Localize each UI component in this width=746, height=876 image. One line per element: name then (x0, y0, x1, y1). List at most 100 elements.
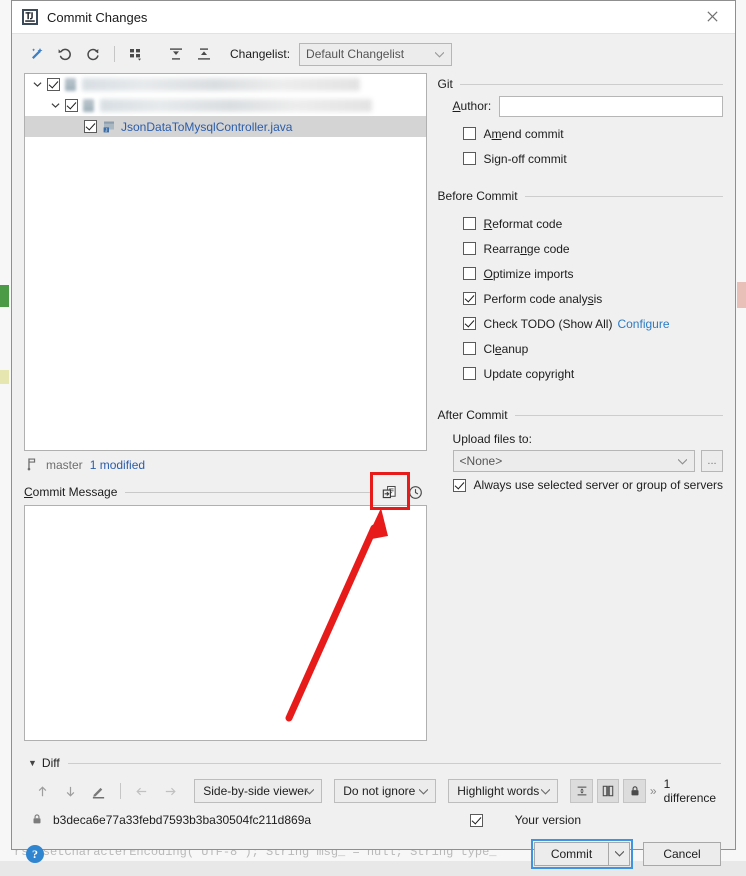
changes-tree[interactable]: J JsonDataToMysqlController.java (24, 73, 427, 451)
next-difference-icon[interactable] (58, 779, 82, 803)
insert-message-icon[interactable] (379, 481, 401, 503)
table-row[interactable]: J JsonDataToMysqlController.java (25, 116, 426, 137)
chevron-down-icon (419, 784, 428, 798)
row-checkbox[interactable] (47, 78, 60, 91)
previous-difference-icon[interactable] (30, 779, 54, 803)
expand-all-icon[interactable] (163, 42, 189, 66)
commit-dropdown-button[interactable] (608, 842, 630, 866)
your-version-checkbox[interactable] (470, 814, 483, 827)
perform-code-analysis-label: Perform code analysis (484, 292, 603, 306)
your-version-label: Your version (515, 813, 581, 827)
rearrange-code-row[interactable]: Rearrange code (463, 236, 723, 261)
table-row[interactable] (25, 74, 426, 95)
collapse-all-icon[interactable] (191, 42, 217, 66)
reformat-code-row[interactable]: Reformat code (463, 211, 723, 236)
close-icon[interactable] (690, 1, 735, 32)
chevron-down-icon[interactable] (31, 78, 44, 91)
check-todo-checkbox[interactable] (463, 317, 476, 330)
commit-message-input[interactable] (24, 505, 427, 741)
chevron-down-icon (305, 784, 314, 798)
configure-link[interactable]: Configure (617, 317, 669, 331)
commit-message-actions (379, 481, 427, 503)
always-use-server-row[interactable]: Always use selected server or group of s… (438, 472, 723, 498)
refresh-icon[interactable] (80, 42, 106, 66)
diff-section-label: Diff (42, 756, 60, 770)
right-column: Git Author: Amend commit Sign-off commit (438, 73, 723, 741)
dialog-titlebar: Commit Changes (12, 1, 735, 34)
divider (460, 84, 723, 85)
rollback-icon[interactable] (52, 42, 78, 66)
amend-commit-row[interactable]: Amend commit (463, 121, 723, 146)
viewer-mode-select[interactable]: Side-by-side viewer (194, 779, 322, 803)
more-chevron-icon[interactable]: » (650, 784, 657, 798)
redacted-icon (83, 99, 94, 112)
diff-toolbar-separator (120, 783, 121, 799)
commit-button[interactable]: Commit (534, 842, 608, 866)
highlight-mode-select[interactable]: Highlight words (448, 779, 558, 803)
magic-wand-icon[interactable] (24, 42, 50, 66)
cleanup-checkbox[interactable] (463, 342, 476, 355)
chevron-down-icon (678, 454, 687, 468)
always-use-server-checkbox[interactable] (453, 479, 466, 492)
upload-files-row: <None> ... (438, 450, 723, 472)
left-column: J JsonDataToMysqlController.java (24, 73, 427, 741)
amend-commit-checkbox[interactable] (463, 127, 476, 140)
table-row[interactable] (25, 95, 426, 116)
chevron-down-icon[interactable] (49, 99, 62, 112)
modified-count-link[interactable]: 1 modified (90, 458, 145, 472)
browse-server-button[interactable]: ... (701, 450, 723, 472)
footer-buttons: Commit Cancel (531, 839, 721, 869)
dialog-title: Commit Changes (47, 10, 147, 25)
read-only-lock-icon[interactable] (623, 779, 646, 803)
history-clock-icon[interactable] (405, 481, 427, 503)
dialog-footer: ? Commit Cancel (12, 832, 735, 876)
update-copyright-checkbox[interactable] (463, 367, 476, 380)
changes-toolbar: Changelist: Default Changelist (12, 34, 735, 73)
commit-split-button: Commit (531, 839, 633, 869)
difference-count-area: » 1 difference (650, 777, 721, 805)
collapse-unchanged-icon[interactable] (570, 779, 593, 803)
commit-message-header: Commit Message (24, 479, 427, 505)
changelist-select[interactable]: Default Changelist (299, 43, 452, 66)
diff-section-header[interactable]: ▼ Diff (12, 752, 735, 774)
signoff-commit-checkbox[interactable] (463, 152, 476, 165)
upload-server-select[interactable]: <None> (453, 450, 695, 472)
ignore-mode-select[interactable]: Do not ignore (334, 779, 436, 803)
reformat-code-label: Reformat code (484, 217, 563, 231)
update-copyright-row[interactable]: Update copyright (463, 361, 723, 386)
dialog-columns: J JsonDataToMysqlController.java (12, 73, 735, 741)
row-checkbox[interactable] (65, 99, 78, 112)
accept-left-icon[interactable] (130, 779, 154, 803)
perform-code-analysis-row[interactable]: Perform code analysis (463, 286, 723, 311)
check-todo-row[interactable]: Check TODO (Show All)Configure (463, 311, 723, 336)
signoff-commit-row[interactable]: Sign-off commit (463, 146, 723, 171)
cancel-button[interactable]: Cancel (643, 842, 721, 866)
changelist-value: Default Changelist (306, 47, 404, 61)
redacted-label (82, 78, 360, 91)
reformat-code-checkbox[interactable] (463, 217, 476, 230)
synchronize-scrolling-icon[interactable] (597, 779, 620, 803)
group-by-icon[interactable] (123, 42, 149, 66)
author-row: Author: (438, 91, 723, 121)
upload-server-value: <None> (460, 454, 503, 468)
viewer-mode-value: Side-by-side viewer (203, 784, 308, 798)
optimize-imports-row[interactable]: Optimize imports (463, 261, 723, 286)
after-commit-group-header: After Commit (438, 408, 723, 422)
row-checkbox[interactable] (84, 120, 97, 133)
cleanup-row[interactable]: Cleanup (463, 336, 723, 361)
git-group-body: Amend commit Sign-off commit (438, 121, 723, 171)
perform-code-analysis-checkbox[interactable] (463, 292, 476, 305)
backdrop-right-strip (735, 0, 746, 861)
accept-right-icon[interactable] (158, 779, 182, 803)
update-copyright-label: Update copyright (484, 367, 575, 381)
optimize-imports-checkbox[interactable] (463, 267, 476, 280)
backdrop-marker-yellow (0, 370, 9, 384)
author-field[interactable] (499, 96, 723, 117)
author-label: Author: (453, 99, 492, 113)
before-commit-group-body: Reformat code Rearrange code Optimize im… (438, 211, 723, 386)
chevron-down-icon (541, 784, 550, 798)
edit-source-icon[interactable] (87, 779, 111, 803)
rearrange-code-checkbox[interactable] (463, 242, 476, 255)
help-icon[interactable]: ? (26, 845, 44, 863)
caret-down-icon[interactable]: ▼ (28, 758, 37, 768)
